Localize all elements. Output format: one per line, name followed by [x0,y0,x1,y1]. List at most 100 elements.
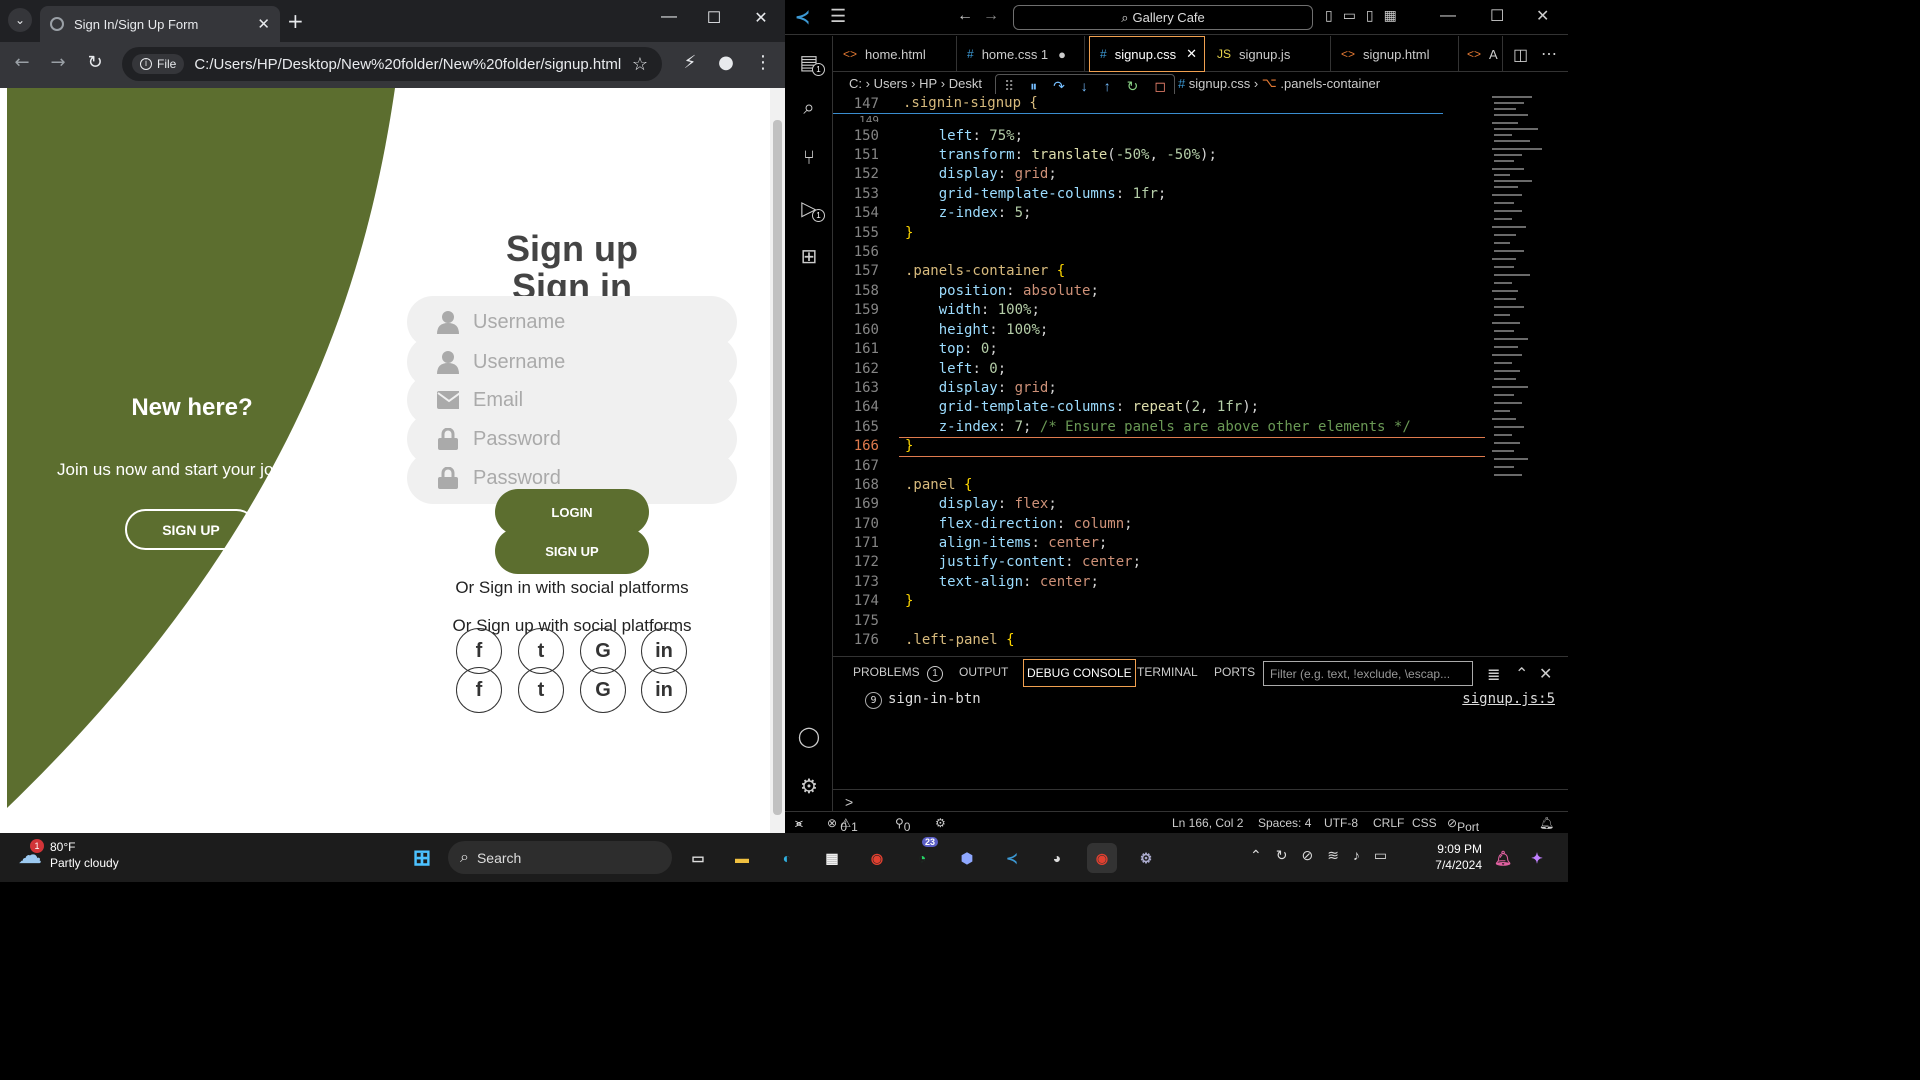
tab-signup-css[interactable]: # signup.css ✕ [1089,36,1205,72]
console-source-link[interactable]: signup.js:5 [1462,691,1555,707]
reload-button[interactable]: ↻ [82,52,108,73]
tab-overflow[interactable]: <> A [1461,36,1503,72]
source-control-icon[interactable]: ⑂ [785,138,833,178]
tab-home-html[interactable]: <> home.html [833,36,957,72]
debug-console-tab[interactable]: DEBUG CONSOLE [1023,659,1136,687]
vscode-taskbar-icon[interactable]: ≺ [997,843,1027,873]
weather-widget[interactable]: ☁ 1 80°F Partly cloudy [18,838,119,871]
file-explorer-icon[interactable]: ▬ [727,843,757,873]
ports-tab[interactable]: PORTS [1214,665,1255,679]
minimap[interactable] [1490,94,1560,494]
new-tab-button[interactable]: + [287,9,304,33]
terminal-tab[interactable]: TERMINAL [1137,665,1198,679]
stop-icon[interactable]: ◻ [1154,78,1166,95]
username-input[interactable] [473,350,693,374]
close-window-icon[interactable]: ✕ [1536,6,1549,26]
notification-bell-icon[interactable]: 🔔︎ [1488,843,1518,873]
maximize-panel-icon[interactable]: ⌃ [1515,664,1528,684]
maximize-icon[interactable]: ☐ [699,8,729,28]
tray-icons[interactable]: ⌃↻⊘≋♪▭ [1250,847,1401,864]
step-into-icon[interactable]: ↓ [1081,78,1088,94]
address-bar[interactable]: i File C:/Users/HP/Desktop/New%20folder/N… [122,47,662,81]
indentation[interactable]: Spaces: 4 [1258,816,1311,830]
step-out-icon[interactable]: ↑ [1104,78,1111,94]
whatsapp-beta-icon[interactable]: ◕ [1042,843,1072,873]
tab-signup-js[interactable]: JS signup.js [1207,36,1331,72]
line-ending[interactable]: CRLF [1373,816,1404,830]
copilot-icon[interactable]: ✦ [1522,843,1552,873]
twitter-icon[interactable]: t [518,667,564,713]
close-tab-icon[interactable]: ✕ [1186,46,1197,62]
menu-kebab-icon[interactable]: ⋮ [750,52,776,73]
remote-icon[interactable]: ⪤ [795,816,803,831]
command-center[interactable]: ⌕ Gallery Cafe [1013,5,1313,30]
encoding[interactable]: UTF-8 [1324,816,1358,830]
password-input[interactable] [473,466,693,490]
close-tab-icon[interactable]: ✕ [257,15,270,33]
tab-search-button[interactable]: ⌄ [8,8,32,32]
store-icon[interactable]: ▦ [817,843,847,873]
signup-button[interactable]: SIGN UP [495,528,649,574]
step-over-icon[interactable]: ↷ [1053,78,1065,95]
username-input[interactable] [473,310,693,334]
edge-icon[interactable]: ◐ [772,843,802,873]
more-actions-icon[interactable]: ⋯ [1541,44,1557,64]
close-window-icon[interactable]: ✕ [746,8,776,28]
console-input[interactable]: > [833,789,1568,813]
email-input[interactable] [473,388,693,412]
page-scrollbar[interactable] [770,88,785,833]
extensions-icon[interactable]: ⊞ [785,236,833,276]
profile-icon[interactable]: ● [713,52,739,73]
taskbar-search[interactable]: ⌕ Search [448,841,672,874]
split-editor-icon[interactable]: ◫ [1513,45,1528,65]
browser-tab[interactable]: Sign In/Sign Up Form ✕ [40,6,280,42]
extension-icon[interactable]: ⚡ [677,52,703,73]
chrome-active-icon[interactable]: ◉ [1087,843,1117,873]
chrome-icon[interactable]: ◉ [862,843,892,873]
restart-icon[interactable]: ↻ [1127,78,1139,95]
tab-home-css[interactable]: # home.css 1 ● [957,36,1085,72]
windows-start-icon[interactable]: ⊞ [407,843,437,873]
maximize-icon[interactable]: ☐ [1490,6,1504,26]
console-filter-input[interactable]: Filter (e.g. text, !exclude, \escap... [1263,661,1473,686]
clock[interactable]: 9:09 PM 7/4/2024 [1430,841,1482,873]
language-mode[interactable]: CSS [1412,816,1437,830]
whatsapp-icon[interactable]: ◔ 23 [907,837,939,873]
bookmark-star-icon[interactable]: ☆ [632,54,648,75]
problems-status[interactable]: ⊗ 0 ⚠ 1 [827,816,858,834]
debug-status-icon[interactable]: ⚙ [935,816,946,830]
task-view-icon[interactable]: ▭ [683,843,713,873]
explorer-icon[interactable]: ▤ 1 [785,42,833,82]
accounts-icon[interactable]: ◯ [785,716,833,756]
panel-signup-button[interactable]: SIGN UP [125,509,257,550]
layout-toggle-icons[interactable]: ▯▭▯▦ [1325,7,1407,24]
close-panel-icon[interactable]: ✕ [1539,664,1552,684]
linkedin-icon[interactable]: in [641,667,687,713]
code-editor[interactable]: 147 .signin-signup { 149 150 left: 75%; … [833,94,1493,654]
forward-button[interactable]: → [45,52,71,73]
google-icon[interactable]: G [580,667,626,713]
settings-icon[interactable]: ⚙ [1131,843,1161,873]
search-icon[interactable]: ⌕ [785,88,833,128]
nav-forward-icon[interactable]: → [983,7,999,25]
site-info-chip[interactable]: i File [132,54,185,74]
cursor-position[interactable]: Ln 166, Col 2 [1172,816,1243,830]
minimize-icon[interactable]: — [1440,7,1456,25]
minimize-icon[interactable]: — [654,8,684,26]
live-server-port[interactable]: ⊘ Port : 5500 [1447,816,1484,862]
problems-tab[interactable]: PROBLEMS 1 [853,665,944,682]
facebook-icon[interactable]: f [456,667,502,713]
app-hexagon-icon[interactable]: ⬢ [952,843,982,873]
menu-icon[interactable]: ☰ [830,6,846,27]
output-tab[interactable]: OUTPUT [959,665,1008,679]
notifications-bell-icon[interactable]: 🔔︎ [1539,816,1554,830]
pause-icon[interactable]: ⏸ [1030,78,1037,95]
nav-back-icon[interactable]: ← [957,7,973,25]
password-input[interactable] [473,427,693,451]
back-button[interactable]: ← [9,52,35,73]
clear-console-icon[interactable]: ≣ [1487,665,1500,685]
settings-gear-icon[interactable]: ⚙ [785,766,833,806]
run-debug-icon[interactable]: ▷ 1 [785,188,833,228]
tab-signup-html[interactable]: <> signup.html [1331,36,1459,72]
drag-handle-icon[interactable]: ⠿ [1004,78,1014,95]
